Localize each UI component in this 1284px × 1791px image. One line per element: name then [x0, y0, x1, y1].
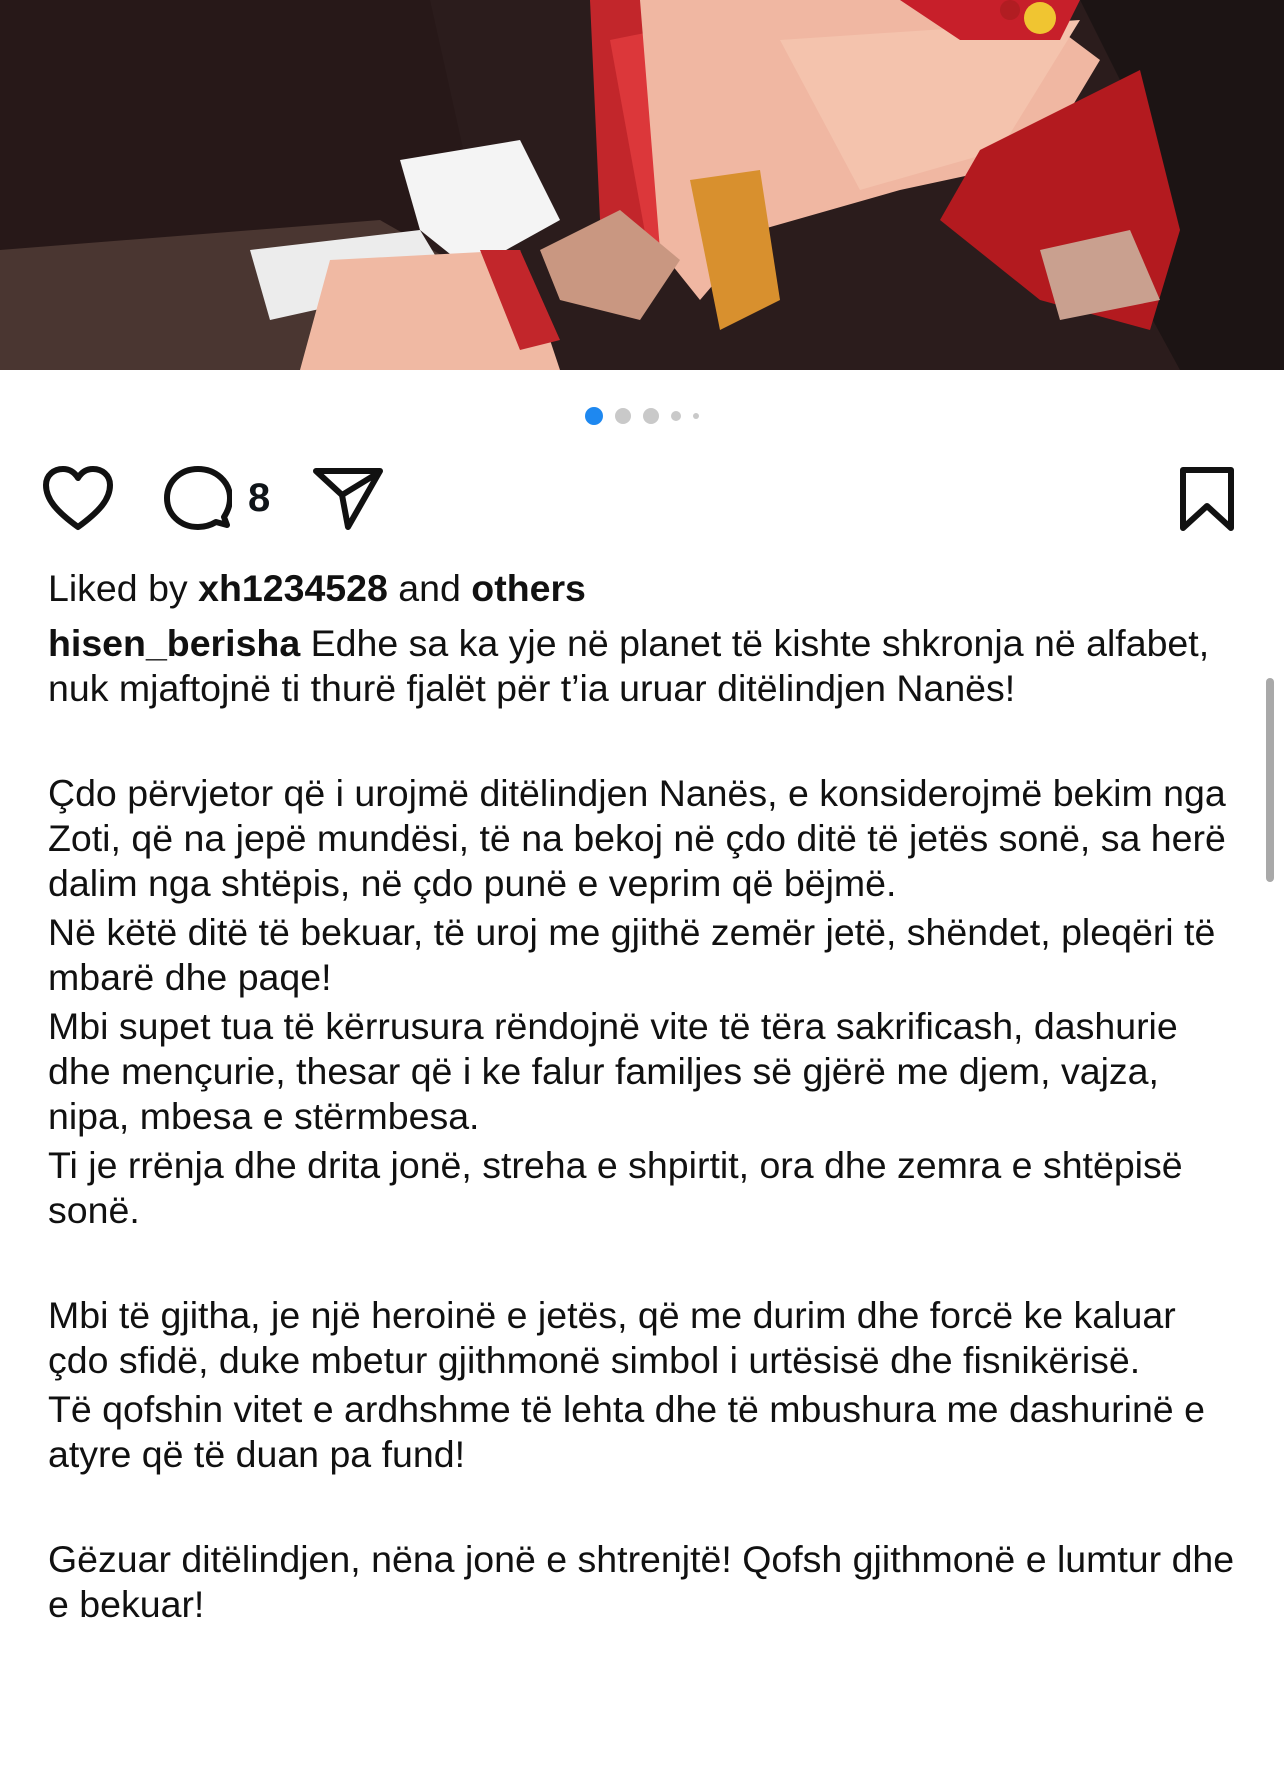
liked-by-others-link[interactable]: others [471, 567, 586, 609]
liked-by-line: Liked by xh1234528 and others [48, 566, 1238, 611]
carousel-dot[interactable] [615, 408, 631, 424]
carousel-dot[interactable] [643, 408, 659, 424]
liked-by-user-link[interactable]: xh1234528 [198, 567, 388, 609]
carousel-indicator [0, 406, 1284, 426]
bookmark-outline-icon[interactable] [1178, 466, 1236, 532]
comment-bubble-icon[interactable] [164, 465, 232, 531]
caption-first-paragraph: hisen_berisha Edhe sa ka yje në planet t… [48, 621, 1238, 711]
comment-count[interactable]: 8 [248, 476, 270, 520]
scrollbar-thumb[interactable] [1266, 678, 1274, 882]
post-caption: Liked by xh1234528 and others hisen_beri… [48, 566, 1238, 1627]
photo-artwork [0, 0, 1284, 370]
caption-paragraph: Gëzuar ditëlindjen, nëna jonë e shtrenjt… [48, 1538, 1235, 1625]
post-photo[interactable] [0, 0, 1284, 370]
caption-paragraph: Ti je rrënja dhe drita jonë, streha e sh… [48, 1144, 1183, 1231]
heart-outline-icon[interactable] [42, 465, 114, 531]
carousel-dot[interactable] [693, 413, 699, 419]
liked-by-connector: and [398, 567, 461, 609]
caption-paragraph: Të qofshin vitet e ardhshme të lehta dhe… [48, 1388, 1205, 1475]
caption-paragraph: Çdo përvjetor që i urojmë ditëlindjen Na… [48, 772, 1226, 904]
post-action-bar [0, 463, 1284, 535]
liked-by-prefix: Liked by [48, 567, 188, 609]
carousel-dot[interactable] [671, 411, 681, 421]
carousel-dot-active[interactable] [585, 407, 603, 425]
caption-username-link[interactable]: hisen_berisha [48, 622, 300, 664]
caption-paragraph: Mbi të gjitha, je një heroinë e jetës, q… [48, 1294, 1176, 1381]
caption-paragraph: Mbi supet tua të kërrusura rëndojnë vite… [48, 1005, 1178, 1137]
paper-plane-icon[interactable] [312, 465, 384, 531]
caption-paragraph: Në këtë ditë të bekuar, të uroj me gjith… [48, 911, 1216, 998]
